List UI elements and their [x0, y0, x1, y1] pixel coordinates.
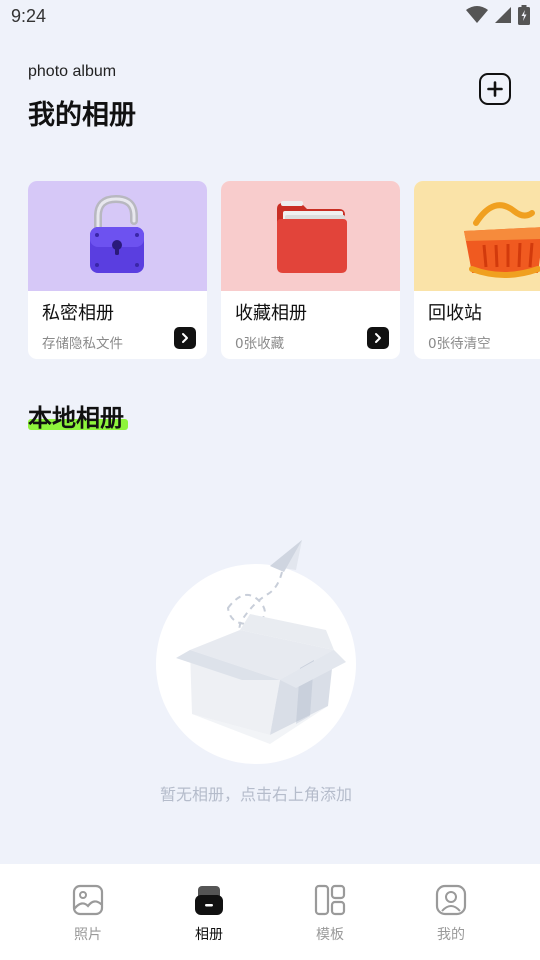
card-desc: 0张收藏 — [235, 336, 285, 352]
nav-item-templates[interactable]: 模板 — [290, 884, 370, 954]
private-album-card[interactable]: 私密相册 存储隐私文件 — [28, 181, 207, 359]
battery-icon — [518, 5, 530, 25]
card-desc: 0张待清空 — [428, 336, 491, 352]
card-arrow-button[interactable] — [367, 327, 389, 349]
chevron-right-icon — [375, 333, 381, 343]
card-title: 私密相册 — [42, 303, 114, 324]
album-cards: 私密相册 存储隐私文件 收藏相册 0张收藏 回收站 0张待清空 — [28, 181, 540, 359]
basket-icon — [464, 202, 540, 278]
favorites-album-image — [221, 181, 400, 291]
section-title: 本地相册 — [28, 404, 124, 432]
plus-icon — [487, 81, 503, 97]
empty-state-text: 暂无相册，点击右上角添加 — [159, 785, 352, 804]
signal-icon — [495, 7, 511, 23]
header-subtitle: photo album — [28, 63, 117, 80]
status-time: 9:24 — [11, 6, 47, 26]
empty-box-icon — [156, 540, 356, 764]
lock-icon — [90, 194, 144, 273]
bottom-nav: 照片 相册 模板 我的 — [0, 864, 540, 960]
nav-item-profile[interactable]: 我的 — [411, 884, 491, 954]
wifi-icon — [466, 6, 488, 23]
template-icon — [314, 884, 346, 916]
recycle-bin-image — [414, 181, 540, 291]
chevron-right-icon — [182, 333, 188, 343]
private-album-image — [28, 181, 207, 291]
nav-label: 照片 — [74, 927, 102, 943]
card-title: 回收站 — [428, 303, 482, 324]
add-album-button[interactable] — [479, 73, 511, 105]
status-icons — [466, 5, 530, 25]
nav-label: 模板 — [316, 927, 344, 943]
nav-item-albums[interactable]: 相册 — [169, 884, 249, 954]
recycle-bin-card[interactable]: 回收站 0张待清空 — [414, 181, 540, 359]
favorites-album-card[interactable]: 收藏相册 0张收藏 — [221, 181, 400, 359]
nav-label: 我的 — [437, 927, 465, 943]
photo-icon — [72, 884, 104, 916]
album-icon — [195, 886, 223, 915]
card-title: 收藏相册 — [235, 303, 307, 324]
page-title: 我的相册 — [28, 100, 136, 131]
nav-item-photos[interactable]: 照片 — [48, 884, 128, 954]
empty-state-illustration — [150, 530, 370, 770]
nav-label: 相册 — [195, 927, 223, 943]
profile-icon — [435, 884, 467, 916]
card-desc: 存储隐私文件 — [42, 336, 123, 352]
folder-icon — [277, 201, 347, 273]
card-arrow-button[interactable] — [174, 327, 196, 349]
status-bar: 9:24 — [0, 0, 540, 34]
